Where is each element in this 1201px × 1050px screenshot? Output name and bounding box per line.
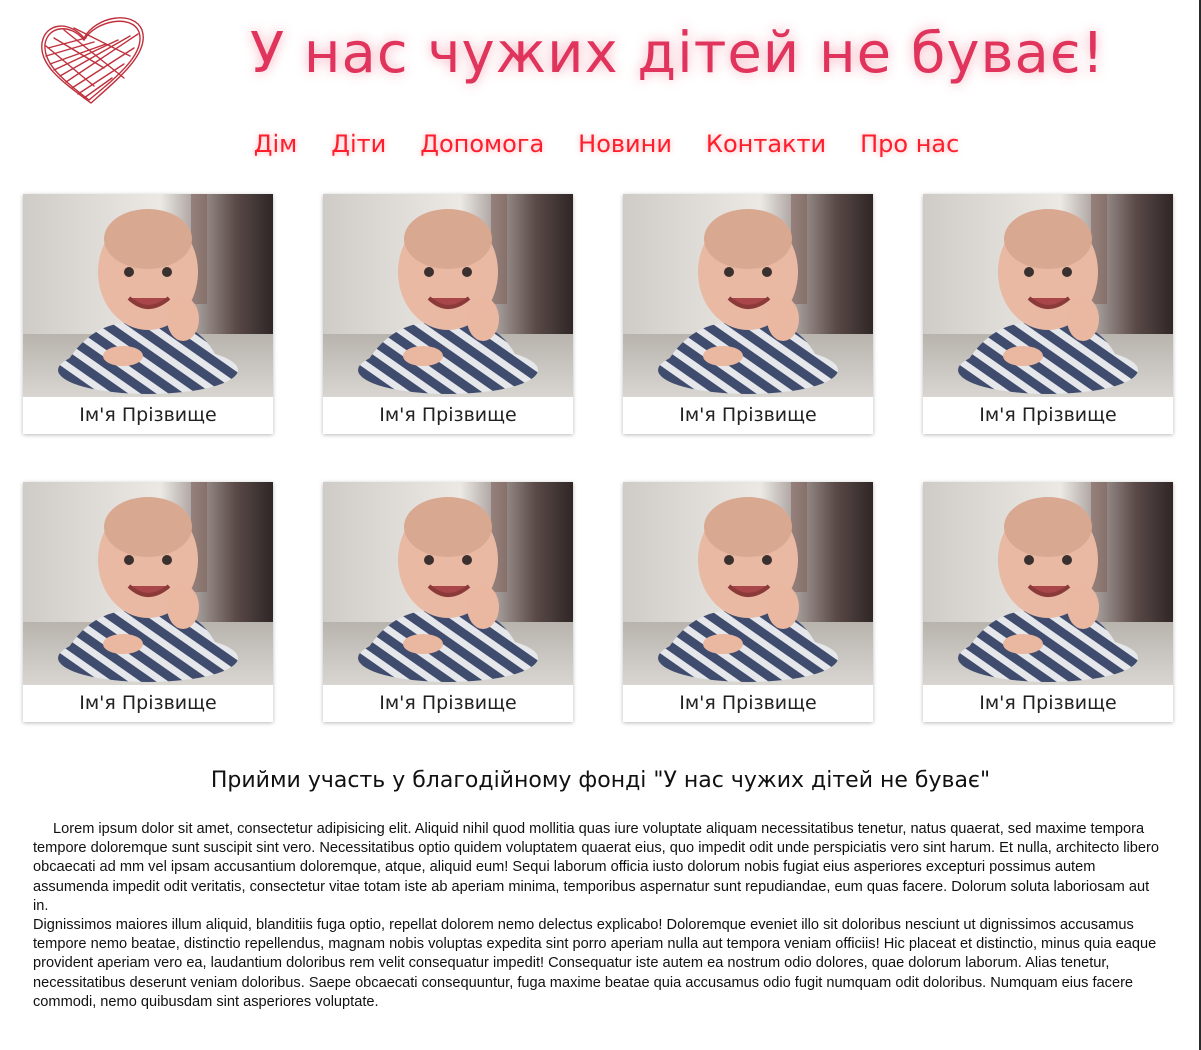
child-card[interactable]: Ім'я Прізвище (23, 194, 273, 434)
child-photo (923, 482, 1173, 685)
child-name: Ім'я Прізвище (79, 692, 217, 714)
child-photo (323, 482, 573, 685)
child-photo (623, 194, 873, 397)
paragraph: Dignissimos maiores illum aliquid, bland… (33, 917, 1157, 1010)
child-name: Ім'я Прізвище (379, 692, 517, 714)
child-name: Ім'я Прізвище (379, 404, 517, 426)
child-card[interactable]: Ім'я Прізвище (23, 482, 273, 722)
child-photo (23, 194, 273, 397)
child-card[interactable]: Ім'я Прізвище (623, 194, 873, 434)
child-name: Ім'я Прізвище (679, 404, 817, 426)
child-name: Ім'я Прізвище (679, 692, 817, 714)
child-card[interactable]: Ім'я Прізвище (323, 194, 573, 434)
body-text: Lorem ipsum dolor sit amet, consectetur … (33, 820, 1165, 1012)
nav-item-contacts[interactable]: Контакти (689, 124, 843, 166)
child-photo (623, 482, 873, 685)
site-title: У нас чужих дітей не буває! (249, 21, 1106, 86)
nav-item-news[interactable]: Новини (561, 124, 689, 166)
child-photo (923, 194, 1173, 397)
nav-item-about[interactable]: Про нас (843, 124, 976, 166)
paragraph: Lorem ipsum dolor sit amet, consectetur … (33, 821, 1159, 914)
child-name: Ім'я Прізвище (979, 404, 1117, 426)
child-card[interactable]: Ім'я Прізвище (923, 194, 1173, 434)
child-name: Ім'я Прізвище (979, 692, 1117, 714)
child-photo (323, 194, 573, 397)
child-card[interactable]: Ім'я Прізвище (623, 482, 873, 722)
child-card[interactable]: Ім'я Прізвище (323, 482, 573, 722)
child-photo (23, 482, 273, 685)
nav-item-home[interactable]: Дім (237, 124, 315, 166)
child-name: Ім'я Прізвище (79, 404, 217, 426)
nav-item-children[interactable]: Діти (314, 124, 403, 166)
nav-item-help[interactable]: Допомога (403, 124, 561, 166)
main-nav: Дім Діти Допомога Новини Контакти Про на… (0, 124, 1201, 166)
heart-scribble-icon (41, 17, 144, 104)
section-heading: Прийми участь у благодійному фонді "У на… (210, 768, 991, 793)
child-card[interactable]: Ім'я Прізвище (923, 482, 1173, 722)
